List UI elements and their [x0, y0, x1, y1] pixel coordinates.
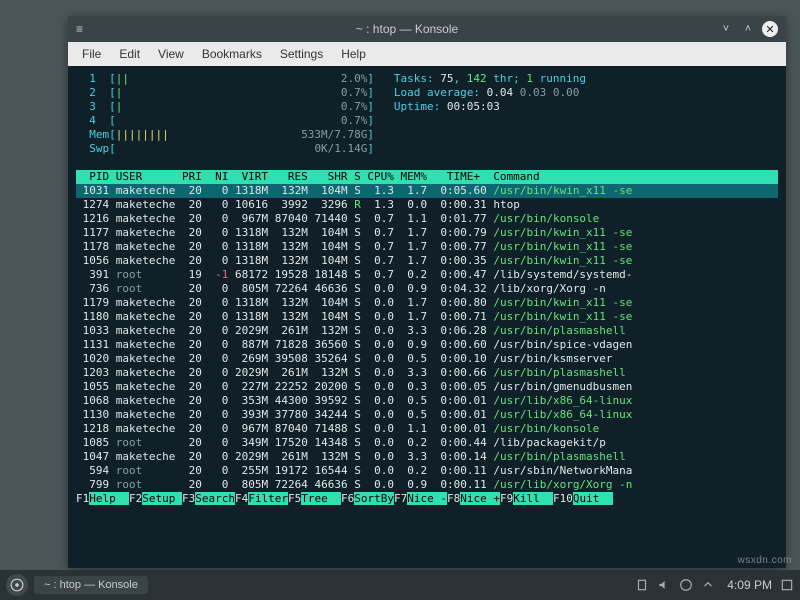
clock[interactable]: 4:09 PM: [727, 578, 772, 592]
menu-file[interactable]: File: [74, 44, 109, 64]
process-row[interactable]: 1203 maketeche 20 0 2029M 261M 132M S 0.…: [76, 366, 778, 380]
taskbar-item-konsole[interactable]: ~ : htop — Konsole: [34, 576, 148, 594]
process-row[interactable]: 1031 maketeche 20 0 1318M 132M 104M S 1.…: [76, 184, 778, 198]
titlebar[interactable]: ≡ ~ : htop — Konsole ˅ ˄ ✕: [68, 16, 786, 42]
process-row[interactable]: 1177 maketeche 20 0 1318M 132M 104M S 0.…: [76, 226, 778, 240]
menu-edit[interactable]: Edit: [111, 44, 148, 64]
menu-help[interactable]: Help: [333, 44, 374, 64]
show-desktop-icon[interactable]: [780, 578, 794, 592]
process-row[interactable]: 1131 maketeche 20 0 887M 71828 36560 S 0…: [76, 338, 778, 352]
process-row[interactable]: 736 root 20 0 805M 72264 46636 S 0.0 0.9…: [76, 282, 778, 296]
process-row[interactable]: 1020 maketeche 20 0 269M 39508 35264 S 0…: [76, 352, 778, 366]
terminal[interactable]: 1 [|| 2.0%] Tasks: 75, 142 thr; 1 runnin…: [68, 66, 786, 568]
minimize-icon[interactable]: ˅: [718, 21, 734, 37]
taskbar-item-label: ~ : htop — Konsole: [44, 579, 138, 591]
close-icon[interactable]: ✕: [762, 21, 778, 37]
function-keys: F1Help F2Setup F3SearchF4FilterF5Tree F6…: [76, 492, 778, 506]
process-row[interactable]: 1056 maketeche 20 0 1318M 132M 104M S 0.…: [76, 254, 778, 268]
system-tray: 4:09 PM: [635, 578, 794, 592]
menu-settings[interactable]: Settings: [272, 44, 331, 64]
menu-view[interactable]: View: [150, 44, 192, 64]
process-row[interactable]: 799 root 20 0 805M 72264 46636 S 0.0 0.9…: [76, 478, 778, 492]
network-icon[interactable]: [679, 578, 693, 592]
process-row[interactable]: 1216 maketeche 20 0 967M 87040 71440 S 0…: [76, 212, 778, 226]
app-menu-icon[interactable]: ≡: [76, 22, 96, 36]
process-row[interactable]: 1047 maketeche 20 0 2029M 261M 132M S 0.…: [76, 450, 778, 464]
process-row[interactable]: 1055 maketeche 20 0 227M 22252 20200 S 0…: [76, 380, 778, 394]
process-row[interactable]: 1130 maketeche 20 0 393M 37780 34244 S 0…: [76, 408, 778, 422]
process-row[interactable]: 1274 maketeche 20 0 10616 3992 3296 R 1.…: [76, 198, 778, 212]
maximize-icon[interactable]: ˄: [740, 21, 756, 37]
distro-logo-icon: [10, 578, 24, 592]
menubar: FileEditViewBookmarksSettingsHelp: [68, 42, 786, 66]
process-row[interactable]: 1178 maketeche 20 0 1318M 132M 104M S 0.…: [76, 240, 778, 254]
clipboard-icon[interactable]: [635, 578, 649, 592]
menu-bookmarks[interactable]: Bookmarks: [194, 44, 270, 64]
process-table-header[interactable]: PID USER PRI NI VIRT RES SHR S CPU% MEM%…: [76, 170, 778, 184]
process-row[interactable]: 1180 maketeche 20 0 1318M 132M 104M S 0.…: [76, 310, 778, 324]
process-row[interactable]: 1218 maketeche 20 0 967M 87040 71488 S 0…: [76, 422, 778, 436]
process-row[interactable]: 1033 maketeche 20 0 2029M 261M 132M S 0.…: [76, 324, 778, 338]
process-row[interactable]: 1068 maketeche 20 0 353M 44300 39592 S 0…: [76, 394, 778, 408]
volume-icon[interactable]: [657, 578, 671, 592]
window-title: ~ : htop — Konsole: [96, 22, 718, 36]
taskbar: ~ : htop — Konsole 4:09 PM: [0, 570, 800, 600]
process-row[interactable]: 1085 root 20 0 349M 17520 14348 S 0.0 0.…: [76, 436, 778, 450]
process-row[interactable]: 594 root 20 0 255M 19172 16544 S 0.0 0.2…: [76, 464, 778, 478]
process-row[interactable]: 391 root 19 -1 68172 19528 18148 S 0.7 0…: [76, 268, 778, 282]
konsole-window: ≡ ~ : htop — Konsole ˅ ˄ ✕ FileEditViewB…: [68, 16, 786, 568]
chevron-up-icon[interactable]: [701, 578, 715, 592]
process-row[interactable]: 1179 maketeche 20 0 1318M 132M 104M S 0.…: [76, 296, 778, 310]
start-button[interactable]: [6, 574, 28, 596]
watermark: wsxdn.com: [737, 555, 792, 566]
